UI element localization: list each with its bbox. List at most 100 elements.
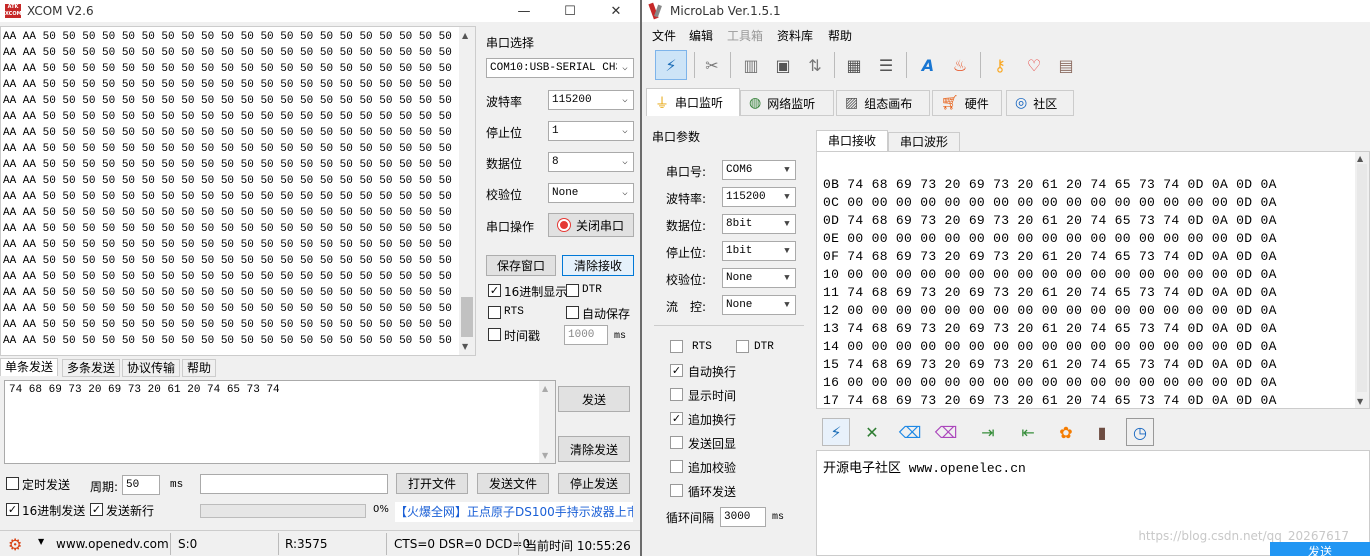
chip-icon[interactable]: ▮ [1088, 418, 1116, 446]
period-input[interactable]: 50 [122, 475, 160, 495]
menu-toolbox[interactable]: 工具箱 [727, 27, 763, 44]
tab-help[interactable]: 帮助 [182, 359, 217, 377]
receive-area[interactable]: AA AA 50 50 50 50 50 50 50 50 50 50 50 5… [0, 26, 476, 356]
rts-checkbox[interactable] [670, 340, 683, 353]
parity-select[interactable]: None ⌵ [548, 183, 634, 203]
option-checkbox[interactable]: ✓ [670, 412, 683, 425]
tab-multi-send[interactable]: 多条发送 [62, 359, 121, 377]
tab-serial-receive[interactable]: 串口接收 [816, 130, 888, 152]
option-checkbox[interactable] [670, 460, 683, 473]
export-icon[interactable]: ⇤ [1014, 418, 1042, 446]
scroll-up-icon[interactable]: ▲ [542, 384, 548, 393]
option-checkbox[interactable] [670, 436, 683, 449]
interval-input[interactable]: 3000 [720, 507, 766, 527]
serial-plug-icon[interactable]: ⚡ [655, 50, 687, 80]
hex-display-checkbox[interactable]: ✓ [488, 284, 501, 297]
import-icon[interactable]: ⇥ [974, 418, 1002, 446]
columns-icon[interactable]: ▥ [737, 51, 765, 79]
clear-x-icon[interactable]: ✕ [858, 418, 886, 446]
scroll-down-icon[interactable]: ▼ [542, 451, 548, 460]
send-button[interactable]: 发送 [558, 386, 630, 412]
list-icon[interactable]: ☰ [872, 51, 900, 79]
send-file-button[interactable]: 发送文件 [477, 473, 549, 494]
clock-icon[interactable]: ◷ [1126, 418, 1154, 446]
calculator-icon[interactable]: ▦ [840, 51, 868, 79]
send-scrollbar[interactable]: ▲ ▼ [539, 381, 555, 463]
file-path-input[interactable] [200, 474, 388, 494]
tab-single-send[interactable]: 单条发送 [0, 358, 59, 376]
plug-send-icon[interactable]: ⚡ [822, 418, 850, 446]
param-databits-select[interactable]: 8bit ▼ [722, 214, 796, 234]
scroll-up-icon[interactable]: ▲ [1357, 154, 1363, 163]
palette-icon[interactable]: ✿ [1052, 418, 1080, 446]
book-icon[interactable]: ▤ [1052, 51, 1080, 79]
param-flow-select[interactable]: None ▼ [722, 295, 796, 315]
tab-serial-monitor[interactable]: ⏚ 串口监听 [646, 88, 740, 116]
flame-icon[interactable]: ♨ [946, 51, 974, 79]
option-checkbox[interactable] [670, 484, 683, 497]
eraser-text-icon[interactable]: ⌫ [932, 418, 960, 446]
gear-icon[interactable]: ⚙ [8, 535, 22, 554]
timestamp-checkbox[interactable] [488, 328, 501, 341]
menu-library[interactable]: 资料库 [777, 27, 813, 44]
clear-receive-button[interactable]: 清除接收 [562, 255, 634, 276]
stop-send-button[interactable]: 停止发送 [558, 473, 630, 494]
tab-canvas[interactable]: ▨ 组态画布 [836, 90, 930, 116]
hex-send-checkbox[interactable]: ✓ [6, 503, 19, 516]
chevron-down-icon[interactable]: ▼ [38, 537, 44, 546]
scroll-thumb[interactable] [461, 297, 473, 337]
receive-scrollbar[interactable]: ▲ ▼ [459, 27, 475, 355]
status-url[interactable]: www.openedv.com [56, 537, 169, 551]
timed-send-checkbox[interactable] [6, 477, 19, 490]
menu-help[interactable]: 帮助 [828, 27, 852, 44]
option-checkbox[interactable] [670, 388, 683, 401]
baud-select[interactable]: 115200 ⌵ [548, 90, 634, 110]
microlab-receive-scrollbar[interactable]: ▲ ▼ [1355, 152, 1369, 408]
tab-serial-waveform[interactable]: 串口波形 [888, 132, 960, 152]
param-stopbits-select[interactable]: 1bit ▼ [722, 241, 796, 261]
sort-icon[interactable]: ⇅ [801, 51, 829, 79]
stopbits-select[interactable]: 1 ⌵ [548, 121, 634, 141]
tab-community[interactable]: ◎ 社区 [1006, 90, 1074, 116]
menu-file[interactable]: 文件 [652, 27, 676, 44]
close-button[interactable]: ✕ [594, 0, 638, 22]
dtr-checkbox[interactable] [566, 284, 579, 297]
param-port-select[interactable]: COM6 ▼ [722, 160, 796, 180]
send-newline-checkbox[interactable]: ✓ [90, 503, 103, 516]
key-icon[interactable]: ⚷ [986, 51, 1014, 79]
option-checkbox[interactable]: ✓ [670, 364, 683, 377]
microlab-receive-area[interactable]: 0B 74 68 69 73 20 69 73 20 61 20 74 65 7… [816, 151, 1370, 409]
param-baud-select[interactable]: 115200 ▼ [722, 187, 796, 207]
disconnect-icon[interactable]: ✂ [698, 51, 726, 79]
eraser-hex-icon[interactable]: ⌫ [896, 418, 924, 446]
font-icon[interactable]: A [914, 51, 942, 79]
interval-unit: ms [772, 512, 785, 523]
rts-checkbox[interactable] [488, 306, 501, 319]
dtr-checkbox[interactable] [736, 340, 749, 353]
maximize-button[interactable]: ☐ [548, 0, 592, 22]
timestamp-input[interactable]: 1000 [564, 325, 608, 345]
heart-icon[interactable]: ♡ [1020, 51, 1048, 79]
close-port-button[interactable]: 关闭串口 [548, 213, 634, 237]
scroll-down-icon[interactable]: ▼ [1357, 397, 1363, 406]
save-window-button[interactable]: 保存窗口 [486, 255, 556, 276]
scroll-thumb[interactable] [1357, 164, 1367, 392]
port-select[interactable]: COM10:USB-SERIAL CH34 ⌵ [486, 58, 634, 78]
tab-protocol[interactable]: 协议传输 [122, 359, 181, 377]
tab-network-monitor[interactable]: ◍ 网络监听 [740, 90, 834, 116]
scroll-up-icon[interactable]: ▲ [462, 31, 468, 40]
auto-save-checkbox[interactable] [566, 306, 579, 319]
clear-send-button[interactable]: 清除发送 [558, 436, 630, 462]
microlab-send-button[interactable]: 发送 [1270, 542, 1370, 556]
databits-select[interactable]: 8 ⌵ [548, 152, 634, 172]
scroll-down-icon[interactable]: ▼ [462, 342, 468, 351]
menu-edit[interactable]: 编辑 [689, 27, 713, 44]
tab-hardware[interactable]: 🛒︎ 硬件 [932, 90, 1002, 116]
monitor-icon[interactable]: ▣ [769, 51, 797, 79]
send-input[interactable]: 74 68 69 73 20 69 73 20 61 20 74 65 73 7… [4, 380, 556, 464]
open-file-button[interactable]: 打开文件 [396, 473, 468, 494]
minimize-button[interactable]: — [502, 0, 546, 22]
microlab-send-input[interactable]: 开源电子社区 www.openelec.cn https://blog.csdn… [816, 450, 1370, 556]
param-parity-select[interactable]: None ▼ [722, 268, 796, 288]
ad-banner[interactable]: 【火爆全网】正点原子DS100手持示波器上市 [395, 502, 633, 522]
